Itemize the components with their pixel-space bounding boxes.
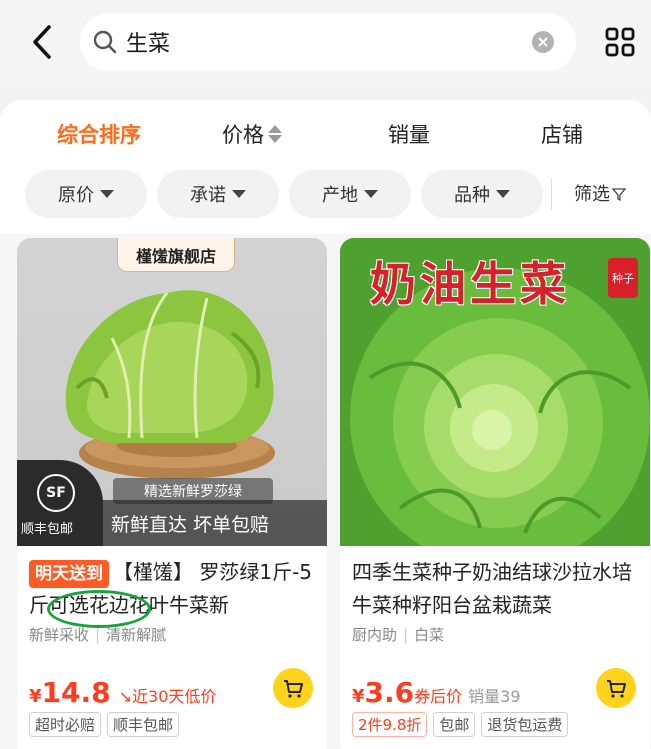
sf-logo: SF [37,474,75,512]
search-input[interactable]: 生菜 [80,13,576,71]
caret-down-icon [100,190,114,198]
delivery-badge: 明天送到 [29,560,109,588]
filter-chip-origin[interactable]: 产地 [289,170,411,218]
funnel-icon [611,188,627,202]
promo-tag: 2件9.8折 [352,712,428,737]
product-feature: 清新解腻 [106,626,167,644]
annotation-circle [47,590,151,628]
service-tag: 包邮 [433,712,476,737]
sort-tab-sales[interactable]: 销量 [388,119,430,149]
image-banner-text: 新鲜直达 坏单包赔 [111,514,270,536]
grid-icon[interactable] [604,24,636,60]
image-title: 奶油生菜 [370,257,570,311]
price-note: ↘近30天低价 [118,687,217,706]
filter-screen-button[interactable]: 筛选 [574,180,627,206]
price-after-coupon: 券后价 [414,687,463,706]
service-tag: 超时必赔 [29,712,102,737]
product-title: 四季生菜种子奶油结球沙拉水培牛菜种籽阳台盆栽蔬菜 [352,560,632,617]
filter-chip-label: 产地 [322,185,358,206]
caret-down-icon [232,190,246,198]
divider [551,178,552,210]
top-bar: 生菜 [0,0,651,88]
product-subtitle: 厨内助 | 白菜 [352,626,445,644]
filter-chip-variety[interactable]: 品种 [421,170,543,218]
service-tags: 2件9.8折 包邮 退货包运费 [352,712,574,737]
sort-tab-price[interactable]: 价格 [222,119,282,149]
caret-down-icon [496,190,510,198]
sort-tab-overall[interactable]: 综合排序 [57,119,141,149]
shop-tag: 槿馐旗舰店 [117,238,235,272]
product-card[interactable]: 槿馐旗舰店 精选新鲜罗莎绿 新鲜直达 坏单包赔 SF 顺丰包邮 明天送到 【槿馐】… [17,238,327,749]
chevron-left-icon [33,25,51,59]
filter-chip-promise[interactable]: 承诺 [157,170,279,218]
sort-tab-price-label: 价格 [222,123,264,147]
service-tag: 顺丰包邮 [107,712,180,737]
price-row: ¥14.8 ↘近30天低价 [29,676,216,710]
price-row: ¥3.6券后价 销量39 [352,676,521,710]
filter-bar: 原价 承诺 产地 品种 筛选 [0,168,651,234]
product-image: 槿馐旗舰店 精选新鲜罗莎绿 新鲜直达 坏单包赔 SF 顺丰包邮 [17,238,327,546]
product-feature: 厨内助 [352,626,398,644]
cart-icon [284,680,303,698]
sort-arrows-icon [268,124,282,144]
cart-icon [607,680,626,698]
sf-express-badge: SF 顺丰包邮 [17,460,103,546]
product-feature: 新鲜采收 [29,626,90,644]
product-card[interactable]: 奶油生菜 种子 四季生菜种子奶油结球沙拉水培牛菜种籽阳台盆栽蔬菜 厨内助 | 白菜 … [340,238,650,749]
add-to-cart-button[interactable] [596,668,636,708]
filter-chip-original-price[interactable]: 原价 [25,170,147,218]
product-price: 3.6 [364,676,415,709]
sort-tab-store[interactable]: 店铺 [541,119,583,149]
back-button[interactable] [22,22,62,62]
currency-symbol: ¥ [352,686,365,707]
filter-chip-label: 承诺 [190,185,226,206]
sales-count: 销量39 [468,687,521,706]
search-query: 生菜 [126,32,171,57]
service-tag: 退货包运费 [481,712,569,737]
service-tags: 超时必赔 顺丰包邮 [29,712,185,737]
product-price: 14.8 [41,676,111,709]
filter-screen-label: 筛选 [574,184,610,205]
filter-chip-label: 品种 [454,185,490,206]
clear-icon[interactable] [532,31,554,53]
filter-chip-label: 原价 [58,185,94,206]
product-feature: 白菜 [414,626,445,644]
add-to-cart-button[interactable] [273,668,313,708]
caret-down-icon [364,190,378,198]
image-seal: 种子 [608,258,638,298]
search-icon [93,30,117,54]
results-panel: 综合排序 价格 销量 店铺 原价 承诺 产地 品种 筛选 槿馐旗舰店 精选新鲜罗… [0,100,651,749]
product-image: 奶油生菜 种子 [340,238,650,546]
sf-badge-text: 顺丰包邮 [21,522,74,537]
currency-symbol: ¥ [29,686,42,707]
sort-tabs: 综合排序 价格 销量 店铺 [0,100,651,168]
